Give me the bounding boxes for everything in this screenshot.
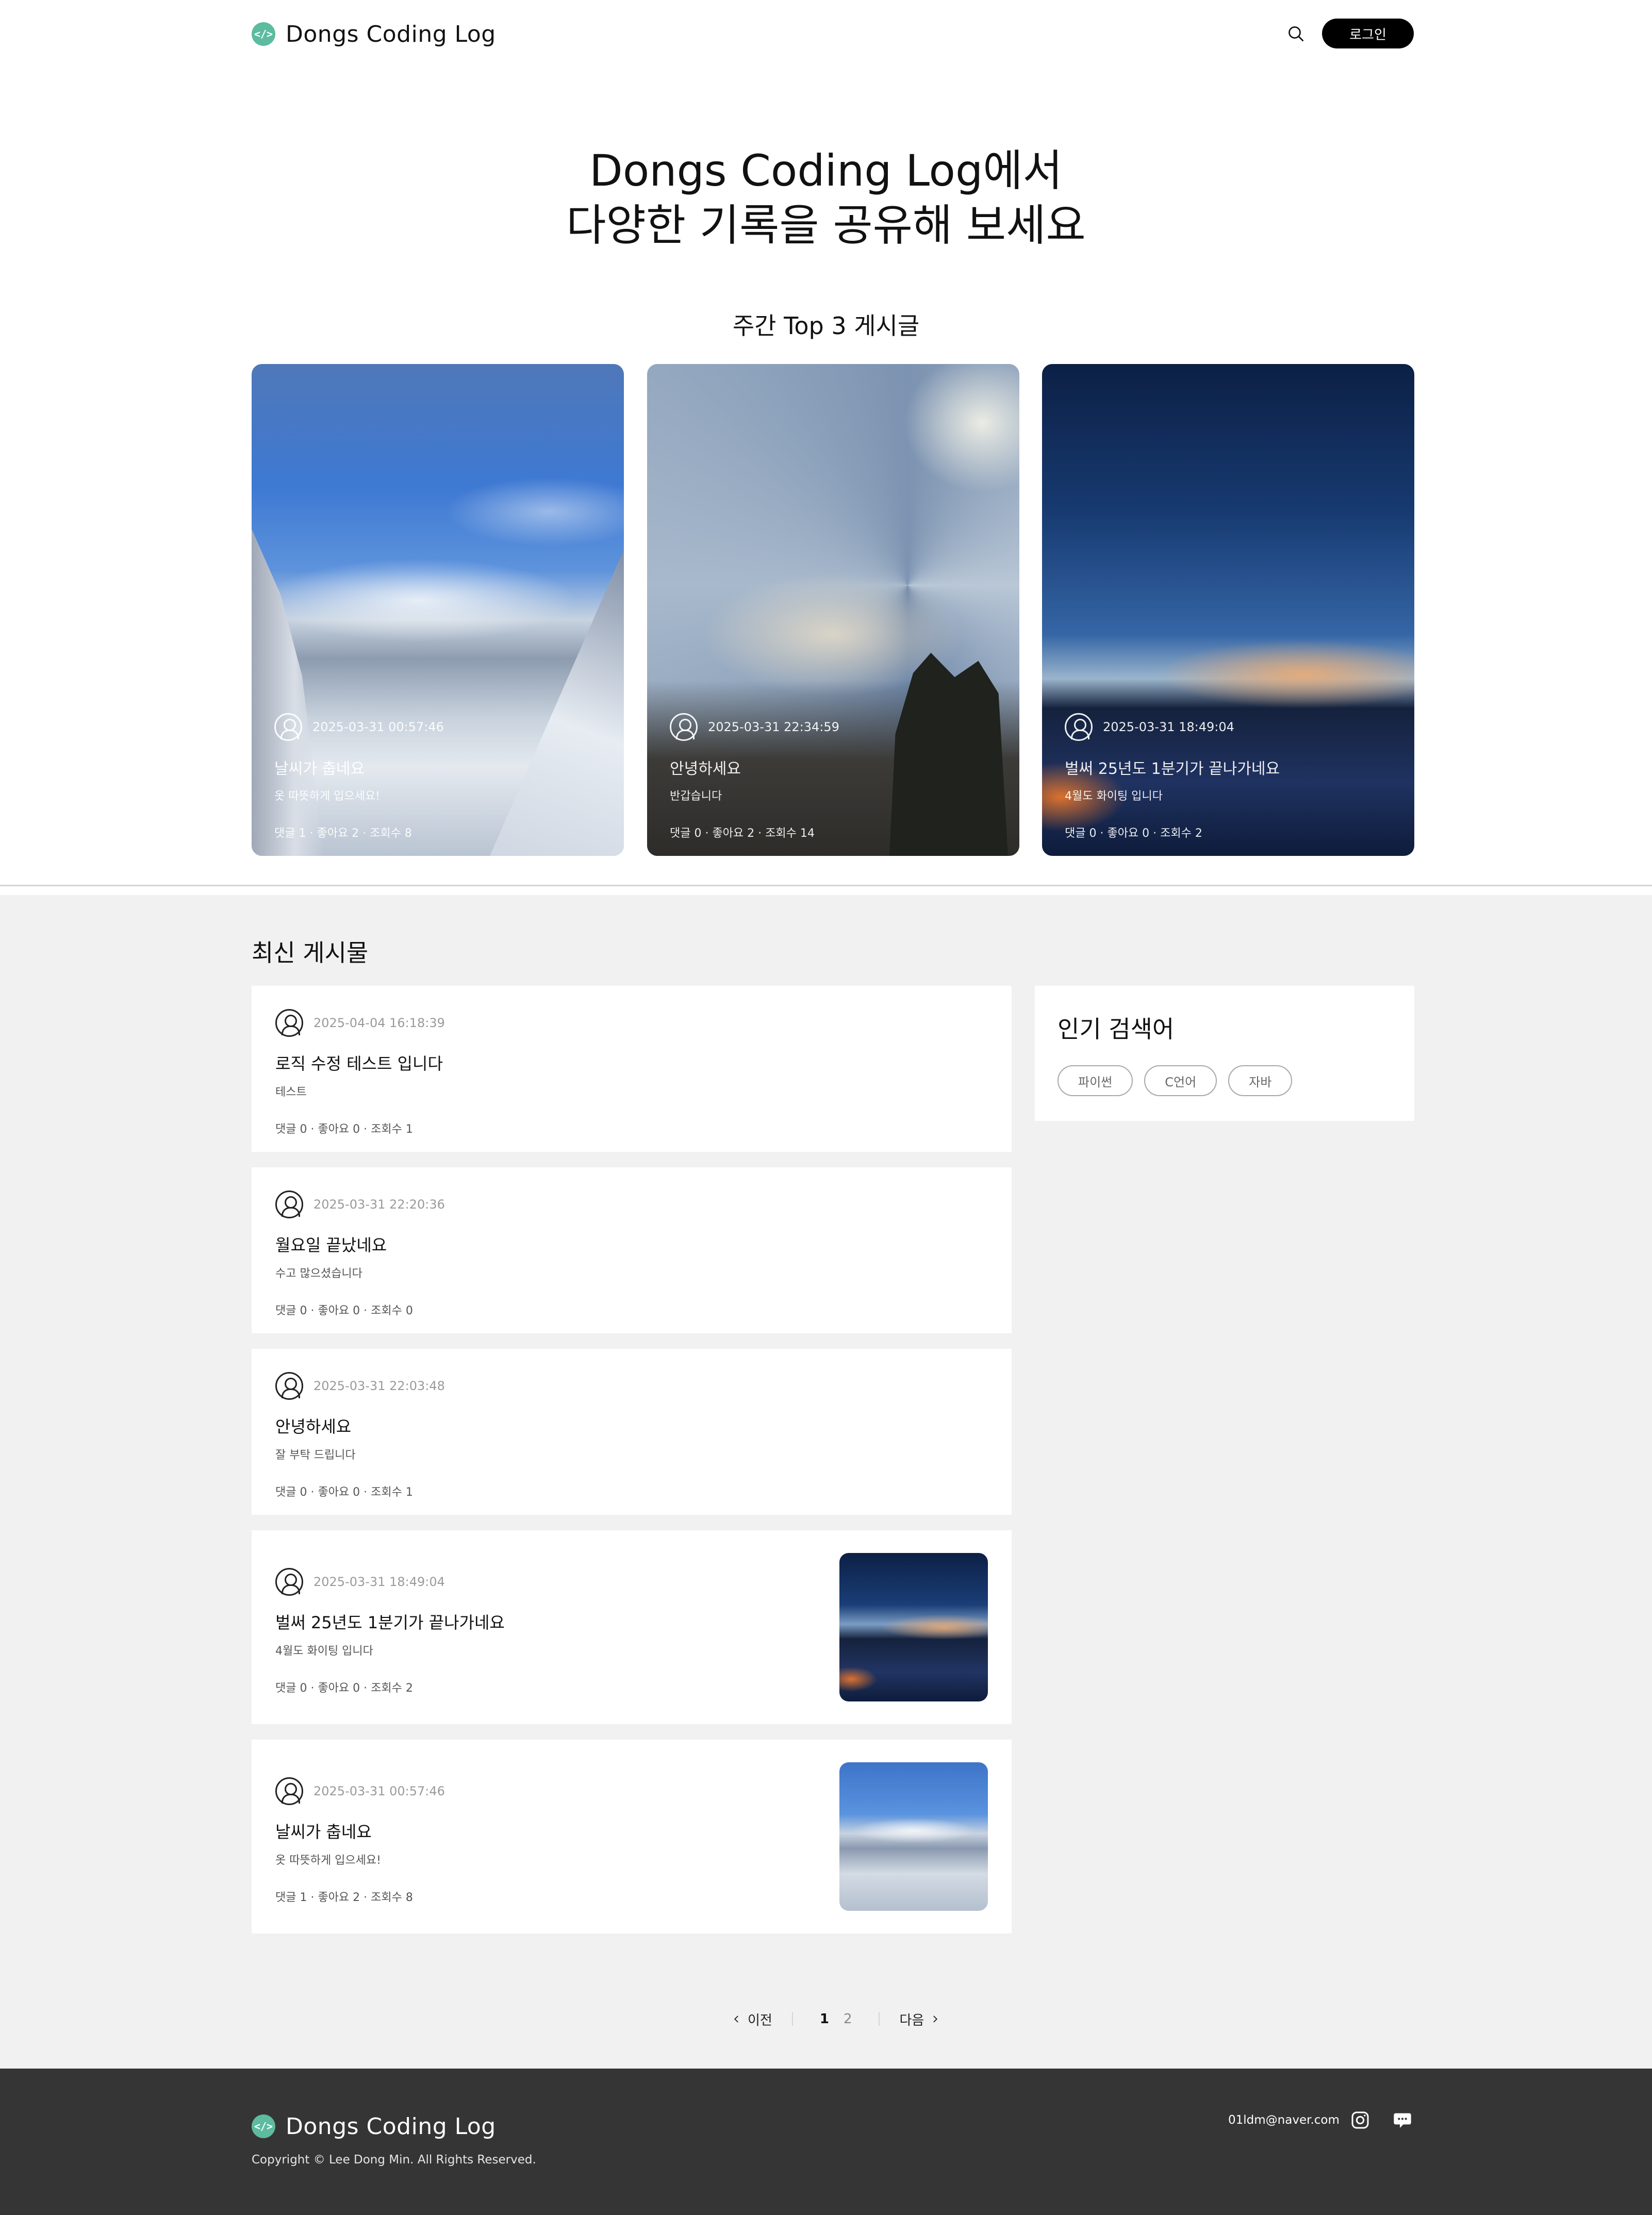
search-tag[interactable]: C언어 [1144,1065,1217,1096]
post-date: 2025-03-31 22:34:59 [708,720,839,734]
page-number-current[interactable]: 1 [813,2011,836,2027]
user-avatar-icon [275,1009,303,1037]
footer-brand-name: Dongs Coding Log [286,2113,496,2140]
top-post-info: 2025-03-31 22:34:59 안녕하세요 반갑습니다 댓글 0 · 좋… [670,713,1004,840]
hero-title: Dongs Coding Log에서 다양한 기록을 공유해 보세요 [0,143,1652,253]
chat-link[interactable] [1392,2110,1413,2130]
user-avatar-icon [275,1568,303,1596]
chat-icon [1394,2113,1411,2128]
search-tag[interactable]: 자바 [1228,1065,1293,1096]
user-avatar-icon [1065,713,1093,741]
sunset-snow-thumbnail[interactable] [839,1553,988,1701]
snowy-mountain-thumbnail[interactable] [839,1762,988,1911]
contact-email[interactable]: 01ldm@naver.com [1228,2113,1340,2127]
login-button[interactable]: 로그인 [1322,19,1414,48]
post-date: 2025-03-31 22:03:48 [313,1379,445,1393]
user-avatar-icon [275,1191,303,1218]
post-subtitle: 잘 부탁 드립니다 [275,1449,356,1462]
user-avatar-icon [275,1777,303,1805]
post-stats: 댓글 0 · 좋아요 0 · 조회수 1 [275,1486,413,1499]
post-subtitle: 테스트 [275,1086,307,1099]
next-page-label: 다음 [899,2012,924,2028]
next-page-button[interactable]: 다음 [899,2010,939,2029]
post-date: 2025-04-04 16:18:39 [313,1016,445,1030]
prev-page-button[interactable]: 이전 [732,2010,772,2029]
post-stats: 댓글 1 · 좋아요 2 · 조회수 8 [274,827,412,840]
hero-title-line1: Dongs Coding Log에서 [589,145,1063,196]
post-title: 월요일 끝났네요 [275,1235,387,1255]
code-logo-icon: </> [252,2114,275,2138]
post-subtitle: 옷 따뜻하게 입으세요! [275,1854,381,1867]
post-subtitle: 4월도 화이팅 입니다 [1065,790,1163,803]
latest-post-card[interactable]: 2025-03-31 00:57:46 날씨가 춥네요 옷 따뜻하게 입으세요!… [252,1740,1012,1933]
pagination-divider [879,2012,880,2026]
chevron-right-icon [933,2015,938,2023]
post-subtitle: 수고 많으셨습니다 [275,1267,362,1280]
search-icon [1288,26,1304,42]
top-post-info: 2025-03-31 00:57:46 날씨가 춥네요 옷 따뜻하게 입으세요!… [274,713,608,840]
copyright-text: Copyright © Lee Dong Min. All Rights Res… [252,2153,536,2167]
prev-page-label: 이전 [748,2012,772,2028]
site-header: </> Dongs Coding Log 로그인 [0,0,1652,67]
latest-section-title: 최신 게시물 [252,939,369,967]
post-title: 안녕하세요 [275,1417,352,1436]
top-post-card[interactable]: 2025-03-31 22:34:59 안녕하세요 반갑습니다 댓글 0 · 좋… [647,364,1019,856]
latest-post-card[interactable]: 2025-04-04 16:18:39 로직 수정 테스트 입니다 테스트 댓글… [252,986,1012,1152]
top-post-card[interactable]: 2025-03-31 00:57:46 날씨가 춥네요 옷 따뜻하게 입으세요!… [252,364,624,856]
post-stats: 댓글 0 · 좋아요 0 · 조회수 2 [275,1682,413,1695]
post-subtitle: 옷 따뜻하게 입으세요! [274,790,380,803]
page-number[interactable]: 2 [836,2011,860,2027]
post-stats: 댓글 0 · 좋아요 0 · 조회수 0 [275,1304,413,1317]
user-avatar-icon [670,713,698,741]
post-stats: 댓글 0 · 좋아요 2 · 조회수 14 [670,827,815,840]
user-avatar-icon [275,1372,303,1400]
pagination-divider [791,2012,793,2026]
post-title: 안녕하세요 [670,760,741,778]
post-subtitle: 4월도 화이팅 입니다 [275,1645,373,1658]
post-title: 로직 수정 테스트 입니다 [275,1054,443,1073]
popular-search-title: 인기 검색어 [1058,1015,1175,1043]
section-divider [0,885,1652,886]
post-stats: 댓글 0 · 좋아요 0 · 조회수 2 [1065,827,1202,840]
code-logo-icon: </> [252,22,275,46]
post-date: 2025-03-31 22:20:36 [313,1197,445,1212]
post-stats: 댓글 0 · 좋아요 0 · 조회수 1 [275,1123,413,1136]
footer-brand[interactable]: </> Dongs Coding Log [252,2112,496,2141]
instagram-icon [1351,2111,1369,2129]
chevron-left-icon [734,2015,738,2023]
latest-post-card[interactable]: 2025-03-31 22:20:36 월요일 끝났네요 수고 많으셨습니다 댓… [252,1167,1012,1333]
post-title: 벌써 25년도 1분기가 끝나가네요 [275,1613,505,1632]
hero-title-line2: 다양한 기록을 공유해 보세요 [566,200,1086,251]
brand-name: Dongs Coding Log [286,21,496,47]
post-date: 2025-03-31 00:57:46 [313,1784,445,1798]
post-title: 날씨가 춥네요 [274,760,365,778]
popular-tag-list: 파이썬 C언어 자바 [1058,1065,1293,1096]
top-post-card[interactable]: 2025-03-31 18:49:04 벌써 25년도 1분기가 끝나가네요 4… [1042,364,1414,856]
popular-search-panel: 인기 검색어 파이썬 C언어 자바 [1035,986,1414,1121]
site-footer: </> Dongs Coding Log [0,2069,1652,2215]
post-date: 2025-03-31 18:49:04 [313,1575,445,1589]
instagram-link[interactable] [1350,2110,1370,2130]
post-title: 벌써 25년도 1분기가 끝나가네요 [1065,760,1280,778]
latest-post-card[interactable]: 2025-03-31 18:49:04 벌써 25년도 1분기가 끝나가네요 4… [252,1530,1012,1724]
post-date: 2025-03-31 18:49:04 [1103,720,1234,734]
user-avatar-icon [274,713,302,741]
post-date: 2025-03-31 00:57:46 [312,720,444,734]
search-button[interactable] [1285,23,1308,45]
post-subtitle: 반갑습니다 [670,790,722,803]
post-stats: 댓글 1 · 좋아요 2 · 조회수 8 [275,1891,413,1904]
search-tag[interactable]: 파이썬 [1058,1065,1133,1096]
top-post-info: 2025-03-31 18:49:04 벌써 25년도 1분기가 끝나가네요 4… [1065,713,1399,840]
pagination: 이전 1 2 다음 [732,2008,939,2030]
brand-home-link[interactable]: </> Dongs Coding Log [252,20,496,48]
post-title: 날씨가 춥네요 [275,1822,372,1842]
latest-post-card[interactable]: 2025-03-31 22:03:48 안녕하세요 잘 부탁 드립니다 댓글 0… [252,1349,1012,1515]
top3-section-title: 주간 Top 3 게시글 [732,312,920,340]
